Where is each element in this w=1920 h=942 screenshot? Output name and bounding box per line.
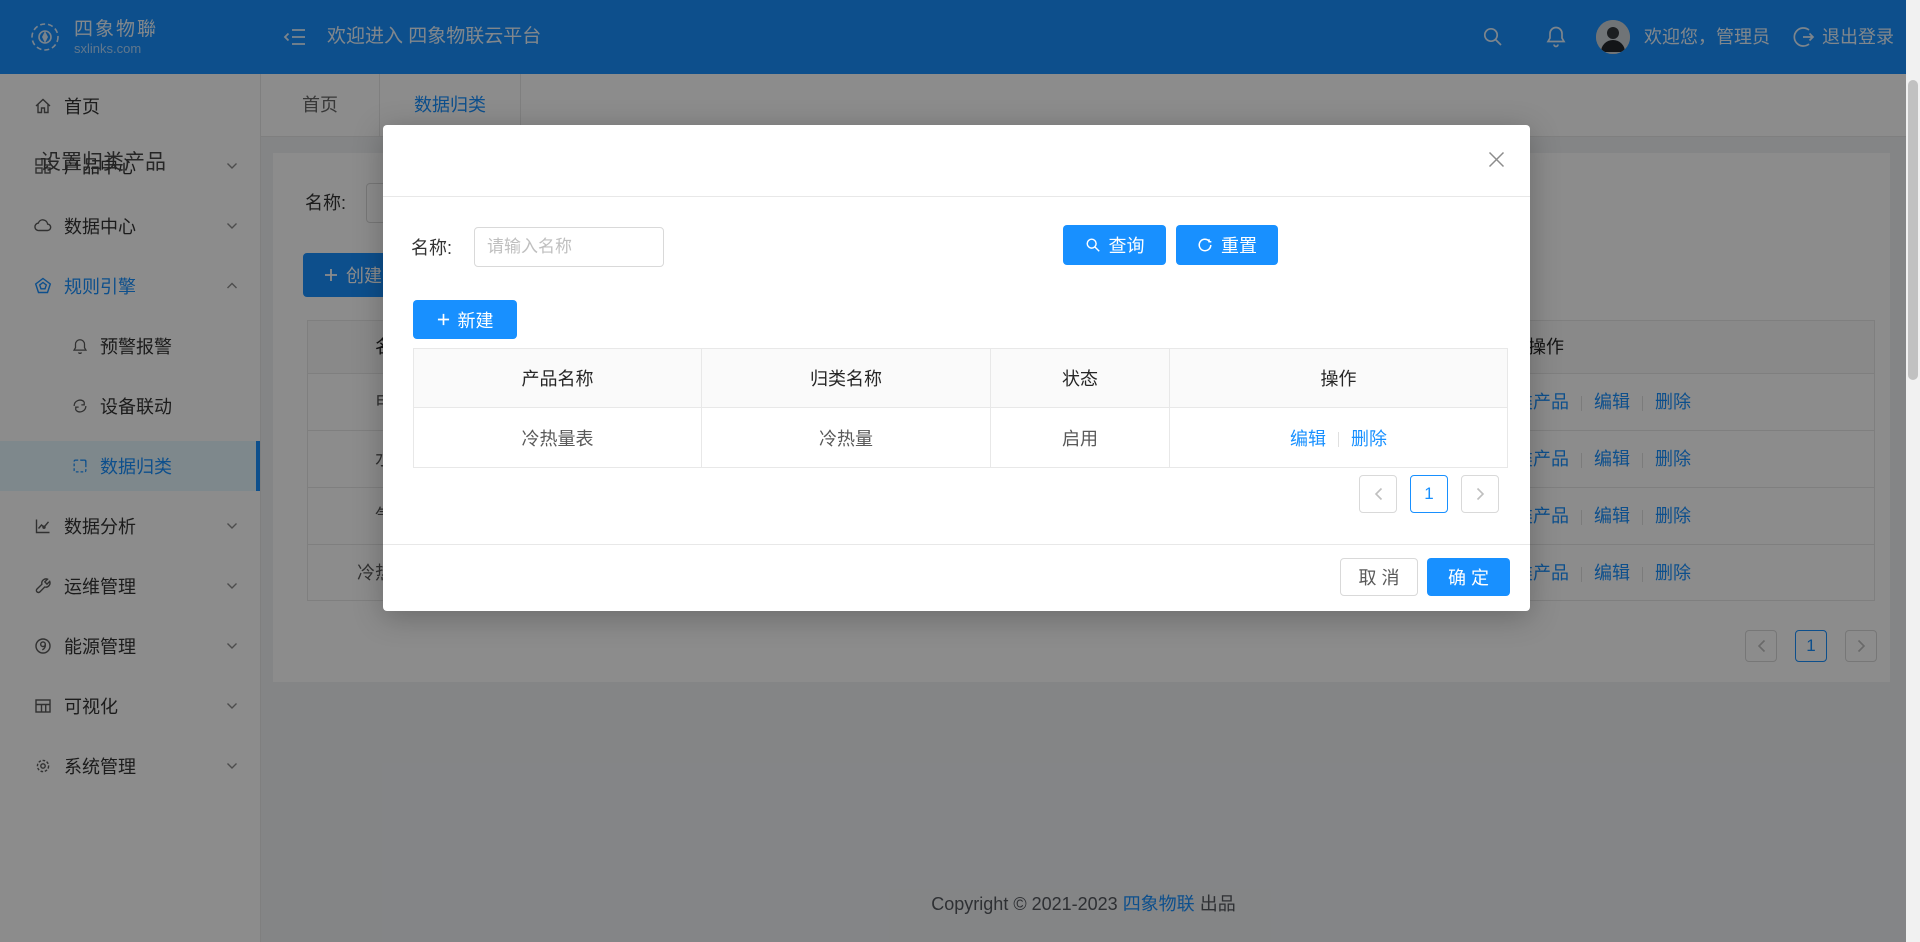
confirm-button[interactable]: 确 定	[1427, 558, 1510, 596]
scrollbar-thumb[interactable]	[1908, 80, 1918, 380]
search-button[interactable]: 查询	[1063, 225, 1166, 265]
close-icon[interactable]	[1481, 144, 1511, 174]
modal-table: 产品名称 归类名称 状态 操作 冷热量表 冷热量 启用 编辑 删除	[413, 348, 1508, 468]
page-scrollbar[interactable]	[1906, 0, 1920, 942]
new-button-label: 新建	[458, 307, 494, 333]
modal-footer-divider	[383, 544, 1530, 545]
delete-link[interactable]: 删除	[1351, 429, 1387, 449]
reset-button-label: 重置	[1221, 232, 1257, 258]
new-button[interactable]: 新建	[413, 300, 517, 339]
modal-col-category-header: 归类名称	[702, 349, 991, 408]
modal-name-label: 名称:	[411, 234, 452, 260]
modal-header-divider	[383, 196, 1530, 197]
modal-pagination-page-1[interactable]: 1	[1410, 475, 1448, 513]
cell-category-name: 冷热量	[702, 408, 991, 468]
modal-title: 设置归类产品	[40, 146, 166, 176]
cell-status: 启用	[991, 408, 1170, 468]
search-button-label: 查询	[1109, 232, 1145, 258]
search-icon	[1085, 237, 1101, 253]
modal-pagination-prev[interactable]	[1359, 475, 1397, 513]
reset-icon	[1197, 237, 1213, 253]
app-root: 四象物聯 sxlinks.com 欢迎进入 四象物联云平台	[0, 0, 1920, 942]
modal-col-ops-header: 操作	[1170, 349, 1508, 408]
cancel-button[interactable]: 取 消	[1340, 558, 1418, 596]
cell-product-name: 冷热量表	[414, 408, 702, 468]
modal-col-status-header: 状态	[991, 349, 1170, 408]
edit-link[interactable]: 编辑	[1290, 429, 1326, 449]
plus-icon	[437, 313, 450, 326]
reset-button[interactable]: 重置	[1176, 225, 1278, 265]
modal-name-input[interactable]	[474, 227, 664, 267]
modal-pagination-next[interactable]	[1461, 475, 1499, 513]
modal-col-product-header: 产品名称	[414, 349, 702, 408]
table-row: 冷热量表 冷热量 启用 编辑 删除	[414, 408, 1508, 468]
